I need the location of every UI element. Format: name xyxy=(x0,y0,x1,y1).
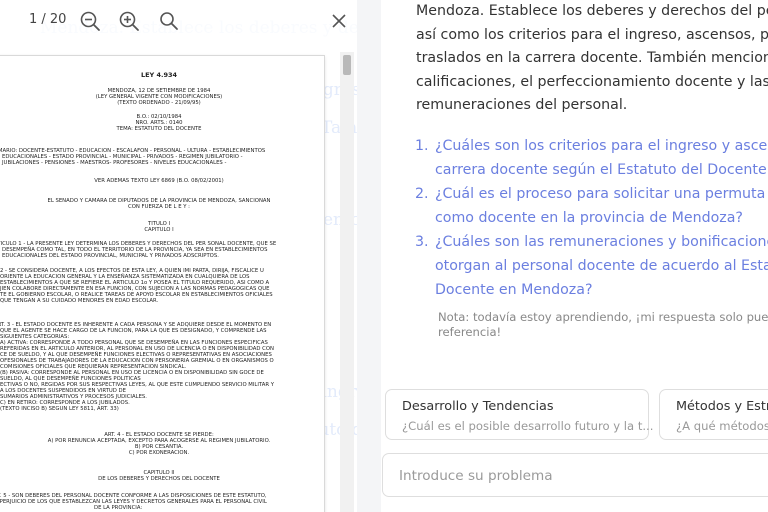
suggested-question-2[interactable]: 2. ¿Cuál es el proceso para solicitar un… xyxy=(415,182,768,230)
suggestion-title: Métodos y Estrat xyxy=(676,399,768,414)
suggested-question-3[interactable]: 3. ¿Cuáles son las remuneraciones y boni… xyxy=(415,230,768,302)
question-line: como docente en la provincia de Mendoza? xyxy=(435,210,743,226)
disclaimer-note: Nota: todavía estoy aprendiendo, ¡mi res… xyxy=(438,310,768,340)
pdf-text-line: CAPITULO I xyxy=(144,227,174,233)
question-line: ¿Cuáles son los criterios para el ingres… xyxy=(435,138,768,154)
answer-line: remuneraciones del personal. xyxy=(416,97,628,113)
question-number: 1. xyxy=(415,138,429,154)
page-indicator: 1 / 20 xyxy=(29,12,67,27)
pdf-text-line: (TEXTO INCISO B) SEGUN LEY 5811, ART. 33… xyxy=(0,406,119,412)
pdf-text-line: TEMA: ESTATUTO DEL DOCENTE xyxy=(116,126,202,132)
pdf-toolbar: 1 / 20 xyxy=(0,0,357,42)
close-icon[interactable] xyxy=(328,10,350,32)
suggestion-card-desarrollo[interactable]: Desarrollo y Tendencias ¿Cuál es el posi… xyxy=(385,389,653,440)
answer-line: así como los criterios para el ingreso, … xyxy=(416,26,768,43)
pdf-scrollbar-thumb[interactable] xyxy=(343,55,351,75)
suggestion-subtitle: ¿Cuál es el posible desarrollo futuro y … xyxy=(402,419,654,433)
suggestion-card-metodos[interactable]: Métodos y Estrat ¿A qué métodos xyxy=(659,389,768,440)
answer-line: traslados en la carrera docente. También… xyxy=(416,50,768,66)
pdf-text-line: (TEXTO ORDENADO - 21/09/95) xyxy=(117,100,201,106)
zoom-in-icon[interactable] xyxy=(118,10,140,32)
pdf-scrollbar-track[interactable] xyxy=(340,52,354,512)
pdf-page: LEY 4.934 MENDOZA, 12 DE SETIEMBRE DE 198… xyxy=(0,56,324,512)
pdf-text-line: JUBILACIONES - PENSIONES - MAESTROS- PRO… xyxy=(2,160,227,166)
question-number: 2. xyxy=(415,186,429,202)
pdf-text-line: EDUCACIONALES DEL ESTADO PROVINCIAL, MUN… xyxy=(2,253,219,259)
note-line: Nota: todavía estoy aprendiendo, ¡mi res… xyxy=(438,310,768,324)
search-icon[interactable] xyxy=(158,10,180,32)
suggested-question-1[interactable]: 1. ¿Cuáles son los criterios para el ing… xyxy=(415,134,768,182)
question-number: 3. xyxy=(415,234,429,250)
pdf-text-line: DE LA PROVINCIA: xyxy=(94,505,143,511)
question-line: otorgan al personal docente de acuerdo a… xyxy=(435,258,768,274)
suggestion-title: Desarrollo y Tendencias xyxy=(402,399,554,414)
question-line: carrera docente según el Estatuto del Do… xyxy=(435,162,768,178)
note-line: referencia! xyxy=(438,325,502,339)
pdf-law-title: LEY 4.934 xyxy=(140,71,178,79)
suggestion-subtitle: ¿A qué métodos xyxy=(676,419,768,433)
pdf-text-line: DE LOS DEBERES Y DERECHOS DEL DOCENTE xyxy=(98,476,220,482)
answer-line: calificaciones, el perfeccionamiento doc… xyxy=(416,73,768,90)
pdf-text-line: VER ADEMAS TEXTO LEY 6869 (B.O. 08/02/20… xyxy=(94,178,224,184)
question-line: ¿Cuál es el proceso para solicitar una p… xyxy=(435,186,768,202)
pdf-viewer: Mendoza. Establece los deberes y derecho… xyxy=(0,0,357,512)
question-line: ¿Cuáles son las remuneraciones y bonific… xyxy=(435,234,768,250)
chat-input-box[interactable] xyxy=(382,453,768,497)
question-line: Docente en Mendoza? xyxy=(435,282,593,298)
assistant-answer: Mendoza. Establece los deberes y derecho… xyxy=(416,0,768,118)
chat-panel: Mendoza. Establece los deberes y derecho… xyxy=(381,0,768,512)
panel-divider xyxy=(357,0,381,512)
pdf-text-line: C) POR EXONERACION. xyxy=(128,450,190,456)
chat-input[interactable] xyxy=(397,464,761,488)
pdf-text-line: CON FUERZA DE L E Y : xyxy=(128,204,190,210)
answer-line: Mendoza. Establece los deberes y derecho… xyxy=(416,3,768,19)
zoom-out-icon[interactable] xyxy=(79,10,101,32)
pdf-text-line: QUE TENGAN A SU CUIDADO MENORES EN EDAD … xyxy=(0,298,159,304)
